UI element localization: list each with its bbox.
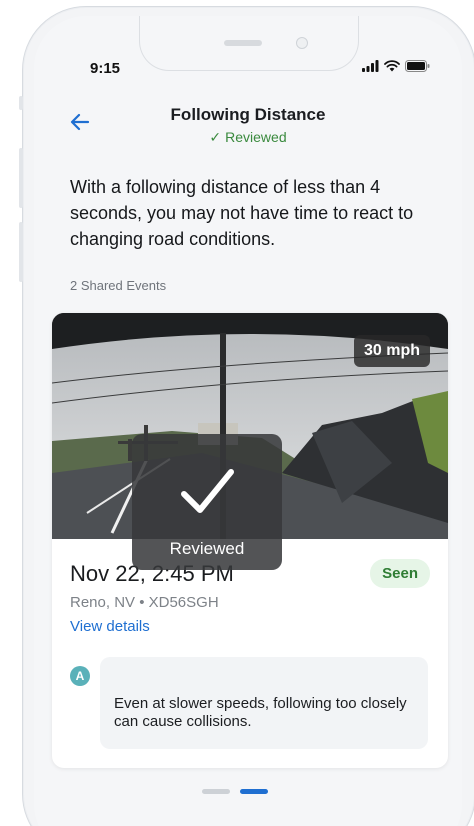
comment-text: Even at slower speeds, following too clo… <box>114 695 407 730</box>
page-indicator[interactable] <box>202 789 268 794</box>
checkmark-icon <box>181 469 234 513</box>
front-camera <box>296 37 308 49</box>
speed-badge: 30 mph <box>353 335 430 367</box>
status-icons <box>362 60 430 72</box>
check-small-icon: ✓ <box>209 129 222 145</box>
page-dot-2[interactable] <box>240 789 268 794</box>
page-dot-1[interactable] <box>202 789 230 794</box>
seen-badge: Seen <box>370 559 430 588</box>
page-title: Following Distance <box>170 105 326 124</box>
event-location: Reno, NV • XD56SGH <box>70 594 219 611</box>
review-status: ✓ Reviewed <box>34 129 462 146</box>
coach-comment: Even at slower speeds, following too clo… <box>100 657 428 749</box>
status-time: 9:15 <box>90 60 121 77</box>
phone-screen: 9:15 Following Distance ✓ Reviewed With … <box>34 16 462 826</box>
signal-icon <box>362 60 379 72</box>
reviewed-overlay: Reviewed <box>132 434 282 570</box>
phone-mute-switch <box>19 96 23 110</box>
overlay-label: Reviewed <box>169 539 245 558</box>
wifi-icon <box>384 60 400 72</box>
phone-notch <box>139 16 359 71</box>
phone-volume-down <box>19 222 23 282</box>
view-details-link[interactable]: View details <box>70 618 150 635</box>
event-description: With a following distance of less than 4… <box>70 177 414 249</box>
battery-icon <box>405 60 430 72</box>
avatar: A <box>70 666 90 686</box>
app-stage: 9:15 Following Distance ✓ Reviewed With … <box>0 0 474 826</box>
speaker-grille <box>224 40 262 46</box>
phone-volume-up <box>19 148 23 208</box>
shared-events-count: 2 Shared Events <box>70 278 167 293</box>
review-status-label: Reviewed <box>225 129 287 145</box>
